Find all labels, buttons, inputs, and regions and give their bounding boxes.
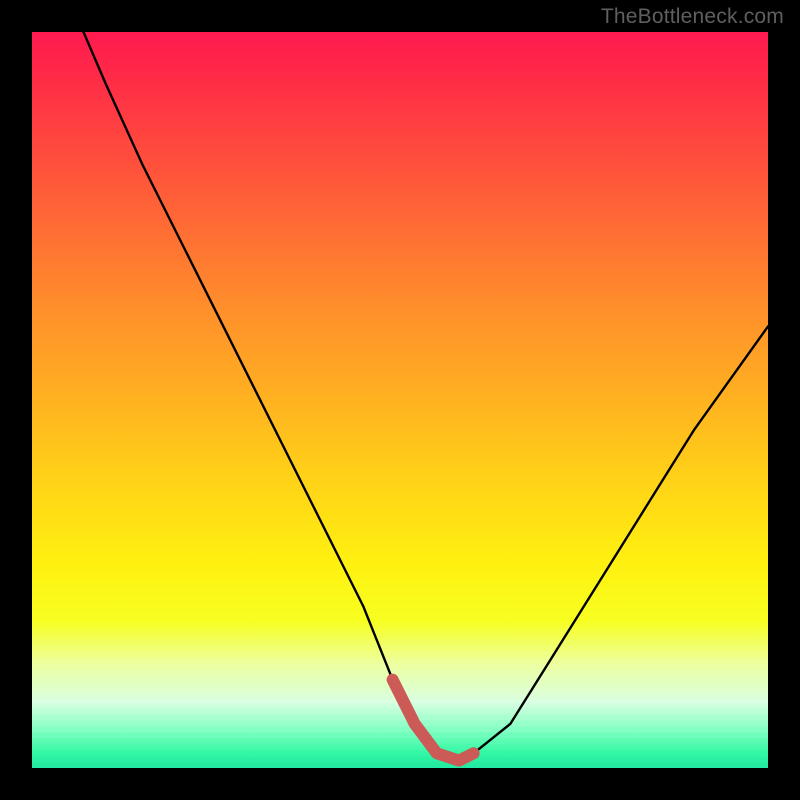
- plot-area: [32, 32, 768, 768]
- chart-frame: TheBottleneck.com: [0, 0, 800, 800]
- chart-svg: [32, 32, 768, 768]
- valley-highlight-line: [393, 680, 474, 761]
- watermark-text: TheBottleneck.com: [601, 5, 784, 29]
- bottleneck-curve-line: [84, 32, 769, 761]
